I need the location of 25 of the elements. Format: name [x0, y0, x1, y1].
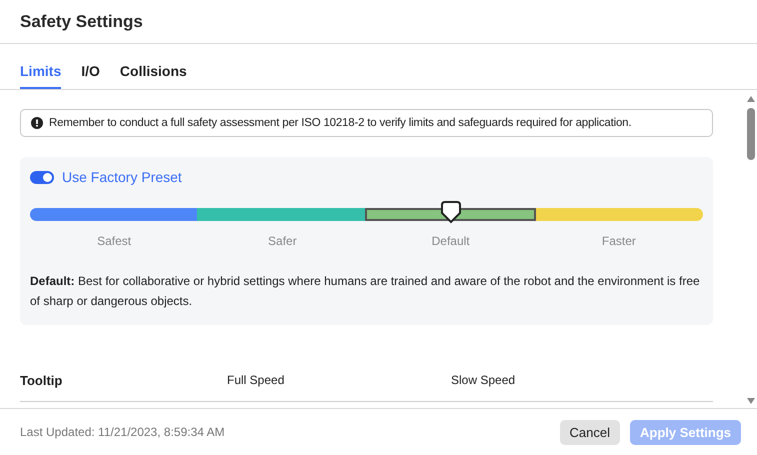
segment-label: Safest: [96, 234, 132, 248]
toggle-label: Use Factory Preset: [62, 169, 182, 185]
scroll-up-icon[interactable]: [747, 96, 755, 102]
tab[interactable]: Collisions: [120, 63, 187, 89]
column-header: Slow Speed: [451, 373, 516, 388]
cancel-button[interactable]: Cancel: [560, 420, 620, 444]
alert-icon: [31, 117, 43, 129]
scroll-down-icon[interactable]: [747, 398, 755, 404]
column-header: Full Speed: [227, 373, 286, 388]
preset-description: Default: Best for collaborative or hybrid settings where humans are trained and aware of the robot and the environment is free of sharp or dangerous objects.: [30, 273, 701, 310]
column-header: Tooltip: [20, 373, 64, 388]
tab[interactable]: I/O: [81, 63, 100, 89]
segment-label: Safer: [267, 234, 298, 248]
slider-segment[interactable]: [30, 208, 198, 221]
slider-segment[interactable]: [536, 208, 703, 221]
segment-label: Faster: [600, 234, 637, 248]
slider-segment[interactable]: [364, 208, 536, 221]
slider-segment[interactable]: [197, 208, 364, 221]
segment-label: Default: [430, 234, 471, 248]
tab[interactable]: Limits: [20, 63, 62, 89]
last-updated-text: Last Updated: 11/21/2023, 8:59:34 AM: [20, 425, 226, 439]
scrollbar-thumb[interactable]: [747, 108, 755, 160]
dialog-title: Safety Settings: [20, 12, 143, 32]
preset-toggle[interactable]: [30, 170, 54, 184]
notice-text: Remember to conduct a full safety assessment per ISO 10218-2 to verify limits and safeguards required for application.: [49, 117, 632, 129]
